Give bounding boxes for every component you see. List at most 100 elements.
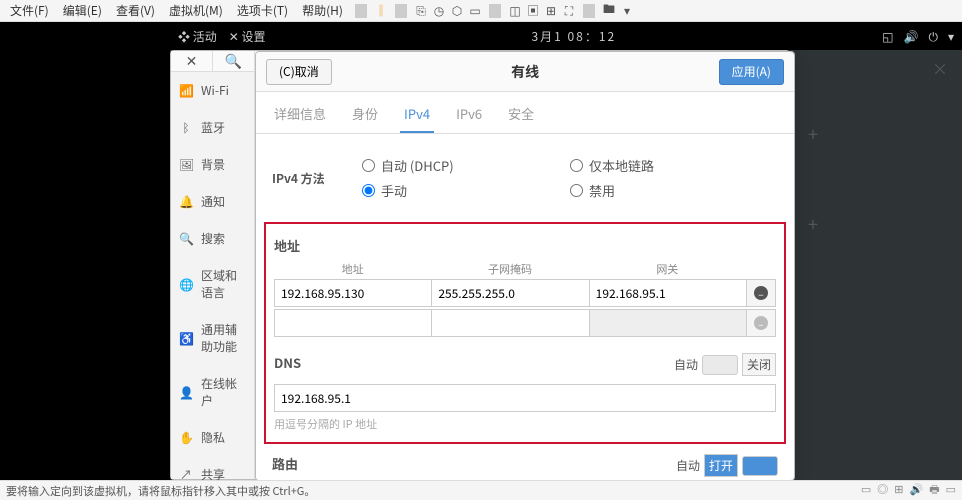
- sidebar-item-region[interactable]: 🌐区域和语言: [171, 257, 254, 311]
- gnome-topbar: ❖ 活动 ✕ 设置 3月1 08：12 ◱ 🔊 ⏻ ▾: [170, 22, 962, 50]
- menu-file[interactable]: 文件(F): [4, 0, 55, 21]
- dns-auto-switch[interactable]: [702, 355, 738, 375]
- menu-vm[interactable]: 虚拟机(M): [163, 0, 229, 21]
- netmask-input-empty[interactable]: [431, 309, 589, 337]
- sidebar-tool-button[interactable]: ✕: [171, 51, 213, 71]
- fullscreen-icon[interactable]: ⛶: [561, 3, 577, 19]
- bell-icon: 🔔: [179, 193, 193, 210]
- sidebar-item-search[interactable]: 🔍搜索: [171, 220, 254, 257]
- radio-manual[interactable]: 手动: [362, 181, 570, 200]
- background-icon: 🖼: [179, 156, 193, 173]
- sidebar-item-online-accounts[interactable]: 👤在线帐户: [171, 365, 254, 419]
- sidebar-item-notifications[interactable]: 🔔通知: [171, 183, 254, 220]
- tab-identity[interactable]: 身份: [348, 98, 382, 133]
- gateway-input-empty[interactable]: [589, 309, 747, 337]
- netmask-input[interactable]: [431, 279, 589, 307]
- addresses-title: 地址: [274, 236, 776, 255]
- dropdown-icon[interactable]: ▾: [619, 3, 635, 19]
- address-row: –: [274, 279, 776, 307]
- tab-security[interactable]: 安全: [504, 98, 538, 133]
- tab-detail[interactable]: 详细信息: [270, 98, 330, 133]
- dialog-tabs: 详细信息 身份 IPv4 IPv6 安全: [256, 92, 794, 134]
- routes-auto-switch[interactable]: [742, 456, 778, 476]
- dns-title: DNS: [274, 353, 301, 372]
- cancel-button[interactable]: (C)取消: [266, 59, 332, 85]
- sidebar-item-privacy[interactable]: ✋隐私: [171, 419, 254, 456]
- layout-icon-3[interactable]: ⊞: [543, 3, 559, 19]
- vm-menubar: 文件(F) 编辑(E) 查看(V) 虚拟机(M) 选项卡(T) 帮助(H) ‖ …: [0, 0, 962, 22]
- connection-dialog: (C)取消 有线 应用(A) 详细信息 身份 IPv4 IPv6 安全 IPv4…: [255, 51, 795, 481]
- routes-on-label: 打开: [704, 454, 738, 477]
- tab-ipv4[interactable]: IPv4: [400, 98, 434, 133]
- tool-icon-3[interactable]: ⬡: [449, 3, 465, 19]
- sidebar-item-wifi[interactable]: 📶Wi-Fi: [171, 72, 254, 109]
- tab-ipv6[interactable]: IPv6: [452, 98, 486, 133]
- network-status-icon[interactable]: ◱: [882, 28, 893, 45]
- close-button[interactable]: ×: [932, 56, 948, 80]
- routes-title: 路由: [272, 454, 298, 473]
- tool-icon-1[interactable]: ⎘: [413, 3, 429, 19]
- menu-view[interactable]: 查看(V): [110, 0, 161, 21]
- activities-button[interactable]: ❖ 活动: [178, 28, 217, 45]
- col-netmask: 子网掩码: [431, 261, 588, 277]
- tray-icon[interactable]: 🖶: [929, 481, 939, 500]
- power-icon[interactable]: ⏻: [928, 28, 938, 45]
- sidebar-search-button[interactable]: 🔍: [213, 51, 254, 71]
- accessibility-icon: ♿: [179, 330, 193, 347]
- gateway-input[interactable]: [589, 279, 747, 307]
- radio-disabled[interactable]: 禁用: [570, 181, 778, 200]
- tray-icon[interactable]: ⊞: [894, 481, 903, 500]
- radio-dhcp[interactable]: 自动 (DHCP): [362, 156, 570, 175]
- layout-icon-1[interactable]: ◫: [507, 3, 523, 19]
- sidebar-item-background[interactable]: 🖼背景: [171, 146, 254, 183]
- account-icon: 👤: [179, 384, 193, 401]
- tray-icon[interactable]: 🔊: [910, 481, 924, 500]
- address-input-empty[interactable]: [274, 309, 432, 337]
- delete-row-button-2[interactable]: –: [746, 309, 776, 337]
- sidebar-item-bluetooth[interactable]: ᛒ蓝牙: [171, 109, 254, 146]
- dns-input[interactable]: [274, 384, 776, 412]
- add-connection-button[interactable]: +: [803, 121, 823, 141]
- address-row-empty: –: [274, 309, 776, 337]
- privacy-icon: ✋: [179, 429, 193, 446]
- status-message: 要将输入定向到该虚拟机，请将鼠标指针移入其中或按 Ctrl+G。: [6, 483, 315, 499]
- wifi-icon: 📶: [179, 82, 193, 99]
- delete-row-button[interactable]: –: [746, 279, 776, 307]
- dns-auto-label: 自动: [674, 356, 698, 373]
- settings-content: + + (C)取消 有线 应用(A) 详细信息 身份 IPv4 IPv6 安全 …: [255, 51, 789, 479]
- settings-sidebar: ✕ 🔍 📶Wi-Fi ᛒ蓝牙 🖼背景 🔔通知 🔍搜索 🌐区域和语言 ♿通用辅助功…: [171, 51, 255, 479]
- tool-icon-4[interactable]: ▭: [467, 3, 483, 19]
- globe-icon: 🌐: [179, 276, 193, 293]
- pause-icon[interactable]: ‖: [373, 3, 389, 19]
- sidebar-item-accessibility[interactable]: ♿通用辅助功能: [171, 311, 254, 365]
- settings-window: ✕ 🔍 📶Wi-Fi ᛒ蓝牙 🖼背景 🔔通知 🔍搜索 🌐区域和语言 ♿通用辅助功…: [170, 50, 790, 480]
- apply-button[interactable]: 应用(A): [719, 59, 784, 85]
- tool-icon-2[interactable]: ◷: [431, 3, 447, 19]
- settings-app-indicator[interactable]: ✕ 设置: [229, 28, 266, 45]
- layout-icon-2[interactable]: ▣: [525, 3, 541, 19]
- radio-linklocal[interactable]: 仅本地链路: [570, 156, 778, 175]
- menu-help[interactable]: 帮助(H): [296, 0, 349, 21]
- bluetooth-icon: ᛒ: [179, 119, 193, 136]
- col-gateway: 网关: [589, 261, 746, 277]
- volume-icon[interactable]: 🔊: [904, 28, 919, 45]
- col-address: 地址: [274, 261, 431, 277]
- menu-caret-icon[interactable]: ▾: [948, 28, 954, 45]
- address-input[interactable]: [274, 279, 432, 307]
- tray-icon[interactable]: ◎: [877, 481, 888, 500]
- menu-tabs[interactable]: 选项卡(T): [231, 0, 294, 21]
- menu-edit[interactable]: 编辑(E): [57, 0, 108, 21]
- highlight-box: 地址 地址 子网掩码 网关 – –: [264, 222, 786, 444]
- routes-auto-label: 自动: [676, 457, 700, 474]
- search-icon: 🔍: [179, 230, 193, 247]
- vm-statusbar: 要将输入定向到该虚拟机，请将鼠标指针移入其中或按 Ctrl+G。 ▭ ◎ ⊞ 🔊…: [0, 480, 962, 500]
- dialog-title: 有线: [511, 62, 539, 82]
- dns-off-label: 关闭: [742, 353, 776, 376]
- add-connection-button-2[interactable]: +: [803, 211, 823, 231]
- tray-icon[interactable]: ▭: [946, 481, 956, 500]
- folder-icon[interactable]: 🖿: [601, 3, 617, 19]
- dns-hint: 用逗号分隔的 IP 地址: [274, 416, 776, 432]
- ipv4-method-label: IPv4 方法: [272, 170, 362, 187]
- tray-icon[interactable]: ▭: [861, 481, 871, 500]
- clock[interactable]: 3月1 08：12: [265, 28, 882, 45]
